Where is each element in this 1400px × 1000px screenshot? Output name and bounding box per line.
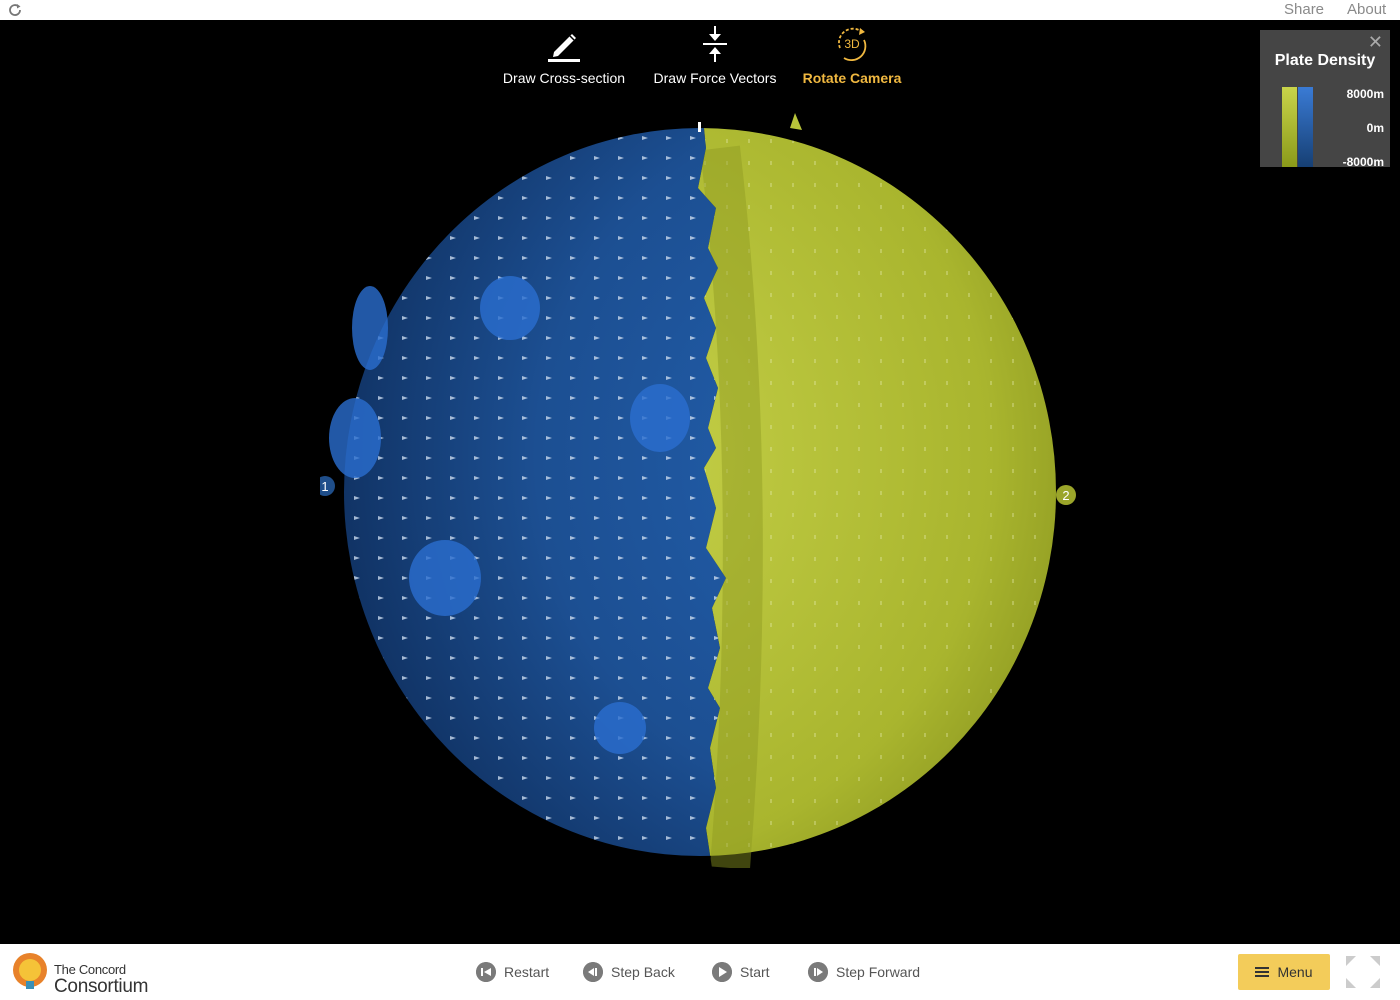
lightbulb-logo-icon [13,953,47,989]
share-link[interactable]: Share [1284,1,1324,18]
legend-blue-bar [1298,87,1313,167]
legend-max-label: 8000m [1346,87,1384,101]
concord-logo[interactable]: The Concord Consortium [10,950,170,996]
play-icon [712,962,732,982]
rotate-camera-button[interactable]: 3D Rotate Camera [798,24,906,86]
legend-mid-label: 0m [1366,121,1384,135]
draw-force-vectors-button[interactable]: Draw Force Vectors [648,24,782,86]
draw-cross-section-label: Draw Cross-section [502,70,626,86]
step-back-button[interactable]: Step Back [583,961,675,983]
planet-globe[interactable]: N 1 2 [320,108,1080,868]
plate-density-legend: ✕ Plate Density 8000m 0m -8000m [1260,30,1390,169]
step-forward-button[interactable]: Step Forward [808,961,920,983]
step-back-icon [583,962,603,982]
plate-1-label: 1 [321,479,328,494]
pencil-icon [548,34,580,62]
legend-min-label: -8000m [1342,155,1384,169]
close-icon[interactable]: ✕ [1368,33,1383,51]
logo-line-1: The Concord [54,962,126,977]
draw-force-vectors-label: Draw Force Vectors [653,70,777,86]
bottom-bar: The Concord Consortium Restart Step Back… [0,944,1400,1000]
step-forward-label: Step Forward [836,964,921,980]
rotate-camera-label: Rotate Camera [802,70,902,86]
step-back-label: Step Back [611,964,675,980]
start-button[interactable]: Start [712,961,770,983]
legend-title: Plate Density [1274,52,1376,69]
about-link[interactable]: About [1347,1,1386,18]
restart-button[interactable]: Restart [476,961,549,983]
rotate-3d-icon: 3D [838,27,867,61]
rotate-3d-text: 3D [844,37,860,51]
legend-green-bar [1282,87,1297,167]
restart-label: Restart [504,964,550,980]
draw-cross-section-button[interactable]: Draw Cross-section [496,24,632,86]
north-pole-marker [698,122,701,132]
plate-2-label: 2 [1062,488,1069,503]
reload-icon[interactable] [7,2,23,18]
fullscreen-icon[interactable] [1344,954,1382,990]
menu-label: Menu [1277,964,1313,980]
menu-button[interactable]: Menu [1238,954,1330,990]
step-forward-icon [808,962,828,982]
hamburger-icon [1255,967,1270,977]
start-label: Start [740,964,770,980]
restart-icon [476,962,496,982]
logo-line-2: Consortium [54,976,149,997]
north-label: N [691,108,710,112]
compress-arrows-icon [703,26,727,62]
simulation-stage[interactable]: Draw Cross-section Draw Force Vectors 3D… [0,20,1400,944]
top-bar: Share About [0,0,1400,20]
logo-text: The Concord Consortium [54,960,149,997]
